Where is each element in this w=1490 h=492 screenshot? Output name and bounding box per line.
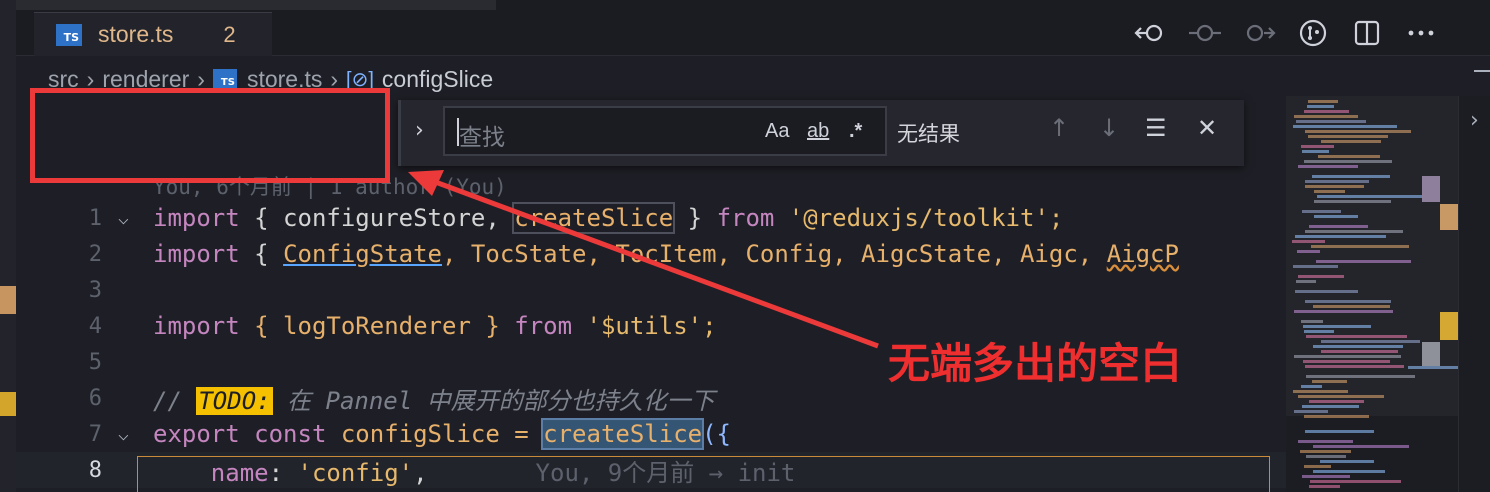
annotation-arrow [408, 170, 879, 349]
minimap-line [1320, 460, 1374, 463]
minimap-line [1298, 440, 1353, 443]
minimap[interactable] [1286, 96, 1458, 492]
minimap-line [1305, 430, 1374, 433]
minimap-line [1302, 475, 1350, 478]
minimap-line [1313, 445, 1409, 448]
minimap-marker [1286, 96, 1458, 416]
chevron-right-icon[interactable]: › [1470, 108, 1479, 133]
minimap-line [1313, 470, 1385, 473]
minimap-line [1304, 465, 1331, 468]
minimap-line [1310, 480, 1401, 483]
scrollbar[interactable] [1458, 96, 1490, 492]
minimap-line [1300, 450, 1351, 453]
collapse-icon[interactable] [1474, 70, 1490, 72]
annotation-text: 无端多出的空白 [888, 339, 1183, 388]
minimap-line [1309, 485, 1340, 488]
minimap-line [1306, 455, 1346, 458]
